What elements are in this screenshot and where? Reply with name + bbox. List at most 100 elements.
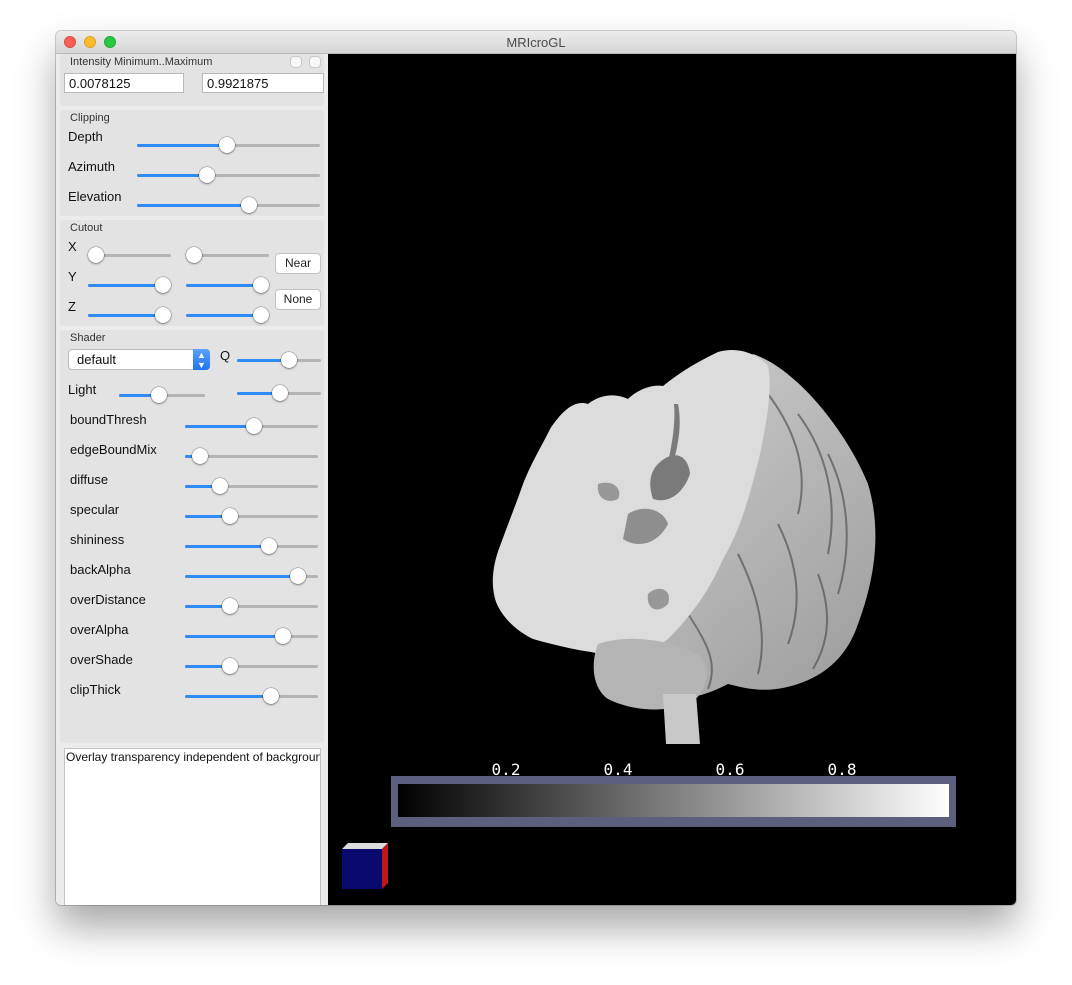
- azimuth-slider[interactable]: [137, 165, 320, 185]
- slider-knob[interactable]: [253, 277, 269, 293]
- shader-param-slider[interactable]: [185, 686, 318, 706]
- colorbar-tick-label: 0.2: [491, 760, 521, 779]
- slider-knob[interactable]: [211, 478, 228, 494]
- slider-fill: [185, 575, 299, 578]
- window-title: MRIcroGL: [506, 35, 566, 50]
- slider-knob[interactable]: [150, 387, 167, 403]
- cutout-x-high-slider[interactable]: [186, 245, 269, 265]
- shader-param-slider[interactable]: [185, 506, 318, 526]
- shader-select[interactable]: default ▲ ▼: [68, 349, 210, 370]
- q-label: Q: [220, 348, 231, 363]
- slider-knob[interactable]: [290, 568, 307, 584]
- title-bar: MRIcroGL: [56, 31, 1016, 54]
- shader-param-slider[interactable]: [185, 626, 318, 646]
- slider-knob[interactable]: [240, 197, 257, 213]
- light-slider-b[interactable]: [237, 383, 321, 403]
- clipping-title: Clipping: [70, 112, 110, 124]
- cutout-y-high-slider[interactable]: [186, 275, 269, 295]
- slider-fill: [88, 284, 163, 287]
- slider-knob[interactable]: [272, 385, 289, 401]
- slider-fill: [185, 425, 254, 428]
- shader-param-slider[interactable]: [185, 536, 318, 556]
- cutout-z-label: Z: [68, 299, 76, 314]
- slider-knob[interactable]: [192, 448, 209, 464]
- slider-knob[interactable]: [222, 508, 239, 524]
- hint-text-area[interactable]: Overlay transparency independent of back…: [64, 748, 321, 905]
- cutout-x-label: X: [68, 239, 77, 254]
- shader-param-slider[interactable]: [185, 446, 318, 466]
- colorbar-tick-label: 0.8: [827, 760, 857, 779]
- none-button[interactable]: None: [275, 289, 321, 310]
- near-button[interactable]: Near: [275, 253, 321, 274]
- shader-param-slider[interactable]: [185, 476, 318, 496]
- azimuth-label: Azimuth: [68, 159, 115, 174]
- cutout-x-low-slider[interactable]: [88, 245, 171, 265]
- cutout-y-low-slider[interactable]: [88, 275, 171, 295]
- slider-knob[interactable]: [222, 658, 239, 674]
- cutout-title: Cutout: [70, 222, 103, 234]
- chevron-updown-icon: ▲ ▼: [193, 349, 210, 370]
- slider-knob[interactable]: [275, 628, 292, 644]
- orientation-cube-icon[interactable]: [338, 839, 398, 899]
- slider-knob[interactable]: [218, 137, 235, 153]
- slider-knob[interactable]: [261, 538, 278, 554]
- panel-option-button-1[interactable]: [290, 56, 302, 68]
- colorbar-tick-label: 0.6: [715, 760, 745, 779]
- slider-fill: [137, 144, 227, 147]
- slider-knob[interactable]: [281, 352, 298, 368]
- slider-fill: [185, 695, 272, 698]
- cutout-group: Cutout X Near Y None Z: [60, 220, 324, 326]
- control-panel: Intensity Minimum..Maximum 0.0078125 0.9…: [56, 54, 328, 905]
- slider-fill: [186, 314, 261, 317]
- shader-param-slider[interactable]: [185, 656, 318, 676]
- shader-param-label: edgeBoundMix: [70, 442, 157, 457]
- depth-slider[interactable]: [137, 135, 320, 155]
- app-window: MRIcroGL Intensity Minimum..Maximum 0.00…: [56, 31, 1016, 905]
- shader-title: Shader: [70, 332, 106, 344]
- shader-param-label: diffuse: [70, 472, 109, 487]
- brain-stem: [663, 694, 700, 744]
- slider-fill: [88, 314, 163, 317]
- slider-knob[interactable]: [155, 307, 171, 323]
- clipping-group: Clipping Depth Azimuth Elevation: [60, 110, 324, 216]
- shader-param-slider[interactable]: [185, 416, 318, 436]
- light-slider-a[interactable]: [119, 385, 205, 405]
- slider-fill: [185, 635, 284, 638]
- slider-knob[interactable]: [186, 247, 202, 263]
- shader-param-slider[interactable]: [185, 566, 318, 586]
- slider-fill: [137, 174, 207, 177]
- slider-knob[interactable]: [88, 247, 104, 263]
- slider-knob[interactable]: [253, 307, 269, 323]
- shader-param-label: overShade: [70, 652, 133, 667]
- slider-fill: [185, 545, 270, 548]
- elevation-label: Elevation: [68, 189, 122, 204]
- shader-param-label: overDistance: [70, 592, 146, 607]
- shader-param-label: backAlpha: [70, 562, 131, 577]
- slider-knob[interactable]: [245, 418, 262, 434]
- shader-param-label: boundThresh: [70, 412, 147, 427]
- slider-fill: [137, 204, 249, 207]
- slider-knob[interactable]: [263, 688, 280, 704]
- colorbar-tick-label: 0.4: [603, 760, 633, 779]
- slider-knob[interactable]: [222, 598, 239, 614]
- shader-group: Shader default ▲ ▼ Q Light boundThresh edg…: [60, 330, 324, 743]
- shader-param-label: specular: [70, 502, 120, 517]
- q-slider[interactable]: [237, 350, 321, 370]
- shader-param-label: clipThick: [70, 682, 121, 697]
- slider-knob[interactable]: [198, 167, 215, 183]
- light-label: Light: [68, 382, 97, 397]
- shader-param-label: shininess: [70, 532, 125, 547]
- panel-option-button-2[interactable]: [309, 56, 321, 68]
- shader-param-label: overAlpha: [70, 622, 129, 637]
- colorbar: [391, 776, 956, 827]
- render-view[interactable]: 0.2 0.4 0.6 0.8: [328, 54, 1016, 905]
- cutout-z-low-slider[interactable]: [88, 305, 171, 325]
- slider-fill: [186, 284, 261, 287]
- elevation-slider[interactable]: [137, 195, 320, 215]
- cutout-z-high-slider[interactable]: [186, 305, 269, 325]
- intensity-min-field[interactable]: 0.0078125: [64, 73, 184, 93]
- intensity-max-field[interactable]: 0.9921875: [202, 73, 324, 93]
- shader-param-slider[interactable]: [185, 596, 318, 616]
- colorbar-gradient: [398, 784, 949, 817]
- slider-knob[interactable]: [155, 277, 171, 293]
